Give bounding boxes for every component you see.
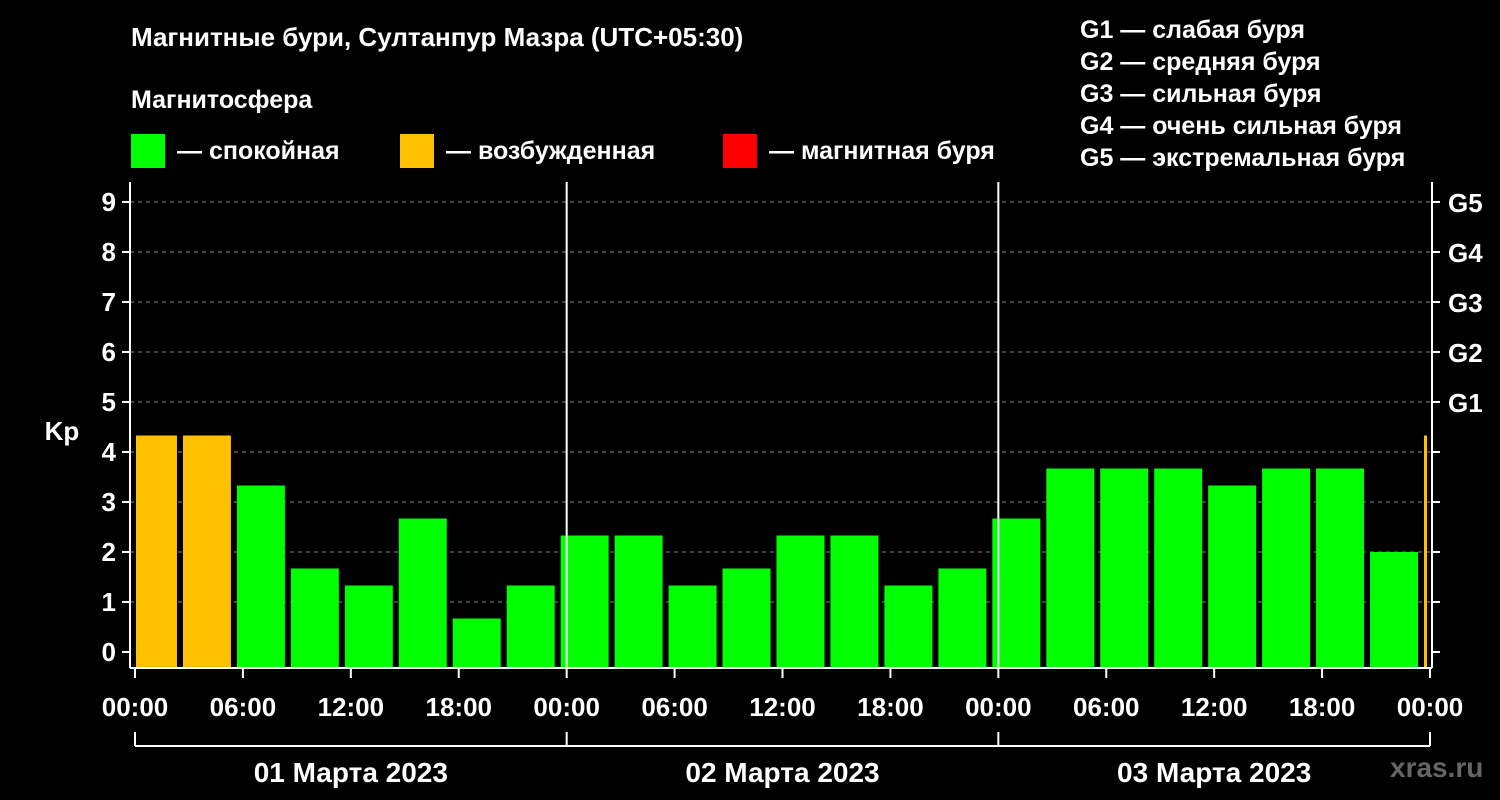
kp-bar bbox=[1370, 552, 1419, 668]
x-tick-label: 18:00 bbox=[1289, 692, 1356, 722]
x-tick-label: 06:00 bbox=[1073, 692, 1140, 722]
y-tick-label: 9 bbox=[102, 187, 116, 217]
g-tick-label: G2 bbox=[1448, 338, 1483, 368]
y-tick-label: 4 bbox=[102, 437, 117, 467]
y-tick-label: 7 bbox=[102, 287, 116, 317]
g-tick-label: G5 bbox=[1448, 188, 1483, 218]
y-tick-label: 2 bbox=[102, 537, 116, 567]
kp-bar bbox=[452, 618, 501, 668]
x-tick-label: 18:00 bbox=[857, 692, 924, 722]
g-tick-label: G3 bbox=[1448, 288, 1483, 318]
kp-bar bbox=[614, 535, 663, 668]
g-tick-label: G1 bbox=[1448, 388, 1483, 418]
date-label: 03 Марта 2023 bbox=[1117, 757, 1311, 788]
x-tick-label: 00:00 bbox=[533, 692, 600, 722]
x-tick-label: 12:00 bbox=[1181, 692, 1248, 722]
y-tick-label: 6 bbox=[102, 337, 116, 367]
kp-bar bbox=[830, 535, 879, 668]
x-tick-label: 12:00 bbox=[318, 692, 385, 722]
kp-bar bbox=[1100, 468, 1149, 668]
y-tick-label: 0 bbox=[102, 637, 116, 667]
kp-bar bbox=[884, 585, 933, 668]
kp-bar bbox=[182, 435, 231, 668]
x-tick-label: 00:00 bbox=[1397, 692, 1464, 722]
kp-bar bbox=[290, 568, 339, 668]
y-tick-label: 3 bbox=[102, 487, 116, 517]
date-label: 02 Марта 2023 bbox=[685, 757, 879, 788]
x-tick-label: 06:00 bbox=[210, 692, 277, 722]
kp-bar bbox=[1262, 468, 1311, 668]
kp-bar bbox=[398, 518, 447, 668]
kp-bar bbox=[668, 585, 717, 668]
kp-bar bbox=[1424, 435, 1427, 668]
watermark: xras.ru bbox=[1390, 752, 1484, 783]
kp-bar bbox=[1316, 468, 1365, 668]
kp-bar bbox=[1046, 468, 1095, 668]
kp-bar-chart: 0 1 2 3 4 5 6 7 8 9 G1 G2 G3 G4 G5 Kp 00:00 06:00 12:00 18:… bbox=[45, 182, 1483, 788]
y-tick-label: 8 bbox=[102, 237, 116, 267]
x-tick-label: 00:00 bbox=[965, 692, 1032, 722]
y-tick-label: 5 bbox=[102, 387, 116, 417]
x-tick-label: 18:00 bbox=[426, 692, 493, 722]
kp-bar bbox=[1154, 468, 1203, 668]
y-axis-label: Kp bbox=[45, 416, 80, 446]
kp-bar bbox=[776, 535, 825, 668]
x-tick-label: 12:00 bbox=[749, 692, 816, 722]
kp-bar bbox=[992, 518, 1041, 668]
g-tick-label: G4 bbox=[1448, 238, 1483, 268]
kp-bar bbox=[722, 568, 771, 668]
kp-bar bbox=[344, 585, 393, 668]
kp-bar bbox=[938, 568, 987, 668]
y-tick-label: 1 bbox=[102, 587, 116, 617]
kp-bar bbox=[236, 485, 285, 668]
kp-bar bbox=[560, 535, 609, 668]
x-tick-label: 00:00 bbox=[102, 692, 169, 722]
date-label: 01 Марта 2023 bbox=[254, 757, 448, 788]
kp-bar bbox=[506, 585, 555, 668]
kp-bar bbox=[1208, 485, 1257, 668]
x-tick-label: 06:00 bbox=[641, 692, 708, 722]
kp-bar bbox=[136, 435, 177, 668]
